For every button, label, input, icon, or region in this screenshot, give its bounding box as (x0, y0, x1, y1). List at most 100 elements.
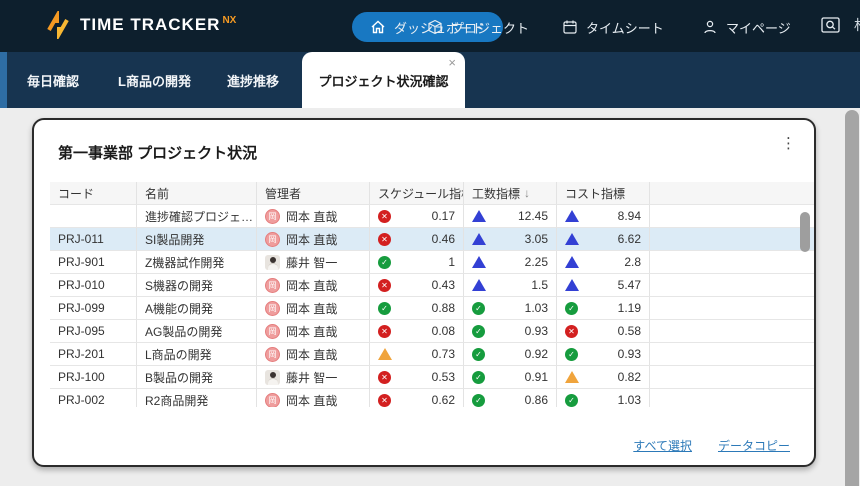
nav-item-mypage[interactable]: マイページ (702, 12, 791, 42)
cell-name: R2商品開発 (137, 389, 257, 407)
cell-cost-index: ✕ 0.58 (557, 320, 650, 343)
manager-name: 岡本 直哉 (286, 323, 337, 340)
manager-avatar: 岡 (265, 324, 280, 339)
schedule-value: 0.73 (432, 347, 455, 361)
cell-cost-index: ✓ 1.19 (557, 297, 650, 320)
tab-label: 進捗推移 (227, 71, 279, 90)
status-good-icon: ✓ (472, 348, 485, 361)
table-row[interactable]: PRJ-011 SI製品開発 岡 岡本 直哉 ✕ 0.46 3.05 6.62 (50, 228, 814, 251)
status-good-icon: ✓ (565, 348, 578, 361)
manager-avatar: 岡 (265, 393, 280, 408)
cell-filler (650, 228, 814, 251)
cell-filler (650, 320, 814, 343)
clipped-nav-icon[interactable]: 材 (854, 15, 860, 37)
status-good-icon: ✓ (472, 371, 485, 384)
cell-effort-index: ✓ 0.86 (464, 389, 557, 407)
column-header-manager[interactable]: 管理者 (257, 182, 370, 205)
table-row[interactable]: PRJ-095 AG製品の開発 岡 岡本 直哉 ✕ 0.08 ✓ 0.93 ✕ … (50, 320, 814, 343)
cell-filler (650, 343, 814, 366)
table-row[interactable]: PRJ-201 L商品の開発 岡 岡本 直哉 0.73 ✓ 0.92 ✓ 0.9… (50, 343, 814, 366)
status-good-icon: ✓ (565, 394, 578, 407)
table-row[interactable]: PRJ-901 Z機器試作開発 藤井 智一 ✓ 1 2.25 2.8 (50, 251, 814, 274)
cell-code: PRJ-010 (50, 274, 137, 297)
widget-title: 第一事業部 プロジェクト状況 (58, 142, 257, 163)
cell-name: AG製品の開発 (137, 320, 257, 343)
brand-suffix: NX (222, 15, 236, 26)
cell-cost-index: 6.62 (557, 228, 650, 251)
cell-schedule-index: ✕ 0.53 (370, 366, 464, 389)
status-good-icon: ✓ (472, 302, 485, 315)
cell-code (50, 205, 137, 228)
tab-daily-check[interactable]: 毎日確認 (27, 52, 79, 108)
status-up-icon (565, 256, 579, 268)
tab-label: プロジェクト状況確認 (318, 71, 448, 90)
tab-label: 毎日確認 (27, 71, 79, 90)
widget-menu-icon[interactable]: ⋮ (781, 140, 796, 147)
top-navigation-bar: TIME TRACKERNX ダッシュボード プロジェクト タイムシート マイペ… (0, 0, 860, 52)
tab-progress-trend[interactable]: 進捗推移 (227, 52, 279, 108)
tab-project-status-check[interactable]: プロジェクト状況確認 × (302, 52, 465, 108)
table-header-row: コード 名前 管理者 スケジュール指標 工数指標↓ コスト指標 (50, 182, 814, 205)
table-row[interactable]: 進捗確認プロジェ… 岡 岡本 直哉 ✕ 0.17 12.45 8.94 (50, 205, 814, 228)
tab-l-product-dev[interactable]: L商品の開発 (118, 52, 191, 108)
column-header-name[interactable]: 名前 (137, 182, 257, 205)
select-all-link[interactable]: すべて選択 (633, 437, 692, 454)
manager-name: 岡本 直哉 (286, 392, 337, 408)
table-scrollbar-thumb[interactable] (800, 212, 810, 252)
schedule-value: 0.17 (432, 209, 455, 223)
cell-cost-index: 5.47 (557, 274, 650, 297)
brand-mark-icon (44, 11, 72, 39)
cell-code: PRJ-100 (50, 366, 137, 389)
status-up-icon (472, 210, 486, 222)
cell-effort-index: ✓ 0.93 (464, 320, 557, 343)
status-good-icon: ✓ (378, 256, 391, 269)
cell-code: PRJ-011 (50, 228, 137, 251)
manager-name: 岡本 直哉 (286, 208, 337, 225)
sort-desc-icon[interactable]: ↓ (524, 186, 530, 200)
data-copy-link[interactable]: データコピー (718, 437, 790, 454)
table-row[interactable]: PRJ-010 S機器の開発 岡 岡本 直哉 ✕ 0.43 1.5 5.47 (50, 274, 814, 297)
table-row[interactable]: PRJ-002 R2商品開発 岡 岡本 直哉 ✕ 0.62 ✓ 0.86 ✓ 1… (50, 389, 814, 407)
cell-filler (650, 205, 814, 228)
page-scrollbar-thumb[interactable] (845, 110, 859, 486)
status-good-icon: ✓ (472, 325, 485, 338)
column-header-schedule[interactable]: スケジュール指標 (370, 182, 464, 205)
cell-schedule-index: ✓ 0.88 (370, 297, 464, 320)
status-good-icon: ✓ (378, 302, 391, 315)
cell-code: PRJ-002 (50, 389, 137, 407)
cell-schedule-index: ✕ 0.43 (370, 274, 464, 297)
status-bad-icon: ✕ (378, 279, 391, 292)
cell-manager: 岡 岡本 直哉 (257, 274, 370, 297)
status-up-icon (565, 279, 579, 291)
tab-label: L商品の開発 (118, 71, 191, 90)
search-panel-icon[interactable] (820, 15, 841, 36)
schedule-value: 1 (448, 255, 455, 269)
column-header-code[interactable]: コード (50, 182, 137, 205)
column-header-effort[interactable]: 工数指標↓ (464, 182, 557, 205)
close-tab-icon[interactable]: × (448, 55, 456, 70)
cell-schedule-index: ✕ 0.46 (370, 228, 464, 251)
column-header-cost[interactable]: コスト指標 (557, 182, 650, 205)
cell-cost-index: ✓ 0.93 (557, 343, 650, 366)
cell-name: SI製品開発 (137, 228, 257, 251)
manager-avatar: 岡 (265, 278, 280, 293)
dashboard-content: 第一事業部 プロジェクト状況 ⋮ コード 名前 管理者 スケジュール指標 工数指… (0, 108, 860, 486)
cell-filler (650, 366, 814, 389)
effort-value: 1.5 (531, 278, 548, 292)
table-row[interactable]: PRJ-100 B製品の開発 藤井 智一 ✕ 0.53 ✓ 0.91 0.82 (50, 366, 814, 389)
brand-name: TIME TRACKER (80, 15, 220, 34)
nav-item-project[interactable]: プロジェクト (427, 12, 529, 42)
effort-value: 0.91 (525, 370, 548, 384)
status-bad-icon: ✕ (378, 233, 391, 246)
cell-effort-index: 2.25 (464, 251, 557, 274)
effort-value: 12.45 (518, 209, 548, 223)
cell-code: PRJ-095 (50, 320, 137, 343)
status-up-icon (472, 233, 486, 245)
app-window: { "topbar": { "brand": "TIME TRACKER", "… (0, 0, 860, 486)
cell-manager: 岡 岡本 直哉 (257, 205, 370, 228)
status-bad-icon: ✕ (378, 325, 391, 338)
table-row[interactable]: PRJ-099 A機能の開発 岡 岡本 直哉 ✓ 0.88 ✓ 1.03 ✓ 1… (50, 297, 814, 320)
project-status-widget: 第一事業部 プロジェクト状況 ⋮ コード 名前 管理者 スケジュール指標 工数指… (32, 118, 816, 467)
nav-item-timesheet[interactable]: タイムシート (562, 12, 664, 42)
cell-manager: 藤井 智一 (257, 251, 370, 274)
